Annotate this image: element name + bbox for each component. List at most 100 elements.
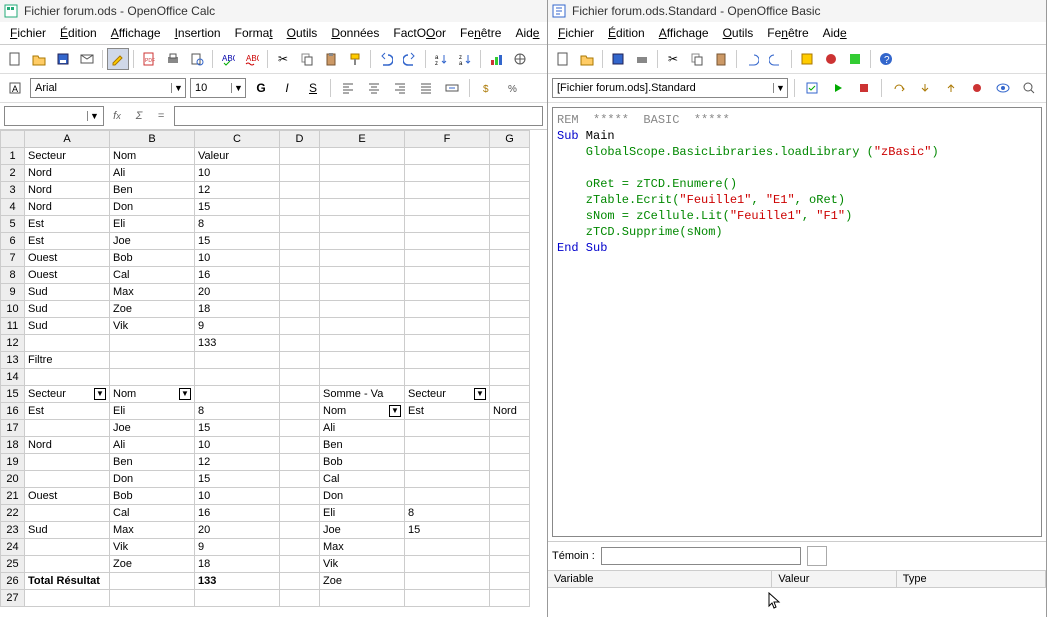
cell[interactable]: Nord: [25, 165, 110, 182]
cell[interactable]: [25, 590, 110, 607]
cell[interactable]: Total Résultat: [25, 573, 110, 590]
menu-fichier[interactable]: Fichier: [552, 24, 600, 42]
cell[interactable]: [280, 267, 320, 284]
help-button[interactable]: ?: [875, 48, 897, 70]
redo-button[interactable]: [765, 48, 787, 70]
cell[interactable]: [405, 284, 490, 301]
percent-button[interactable]: %: [502, 77, 524, 99]
cell[interactable]: Sud: [25, 284, 110, 301]
row-header[interactable]: 1: [1, 148, 25, 165]
cell[interactable]: Eli: [320, 505, 405, 522]
row-header[interactable]: 11: [1, 318, 25, 335]
cell[interactable]: [280, 369, 320, 386]
cell[interactable]: Cal: [320, 471, 405, 488]
cell[interactable]: [280, 284, 320, 301]
cell[interactable]: 12: [195, 182, 280, 199]
step-out-button[interactable]: [940, 77, 962, 99]
cell[interactable]: [320, 216, 405, 233]
cell[interactable]: 18: [195, 556, 280, 573]
cell[interactable]: 8: [405, 505, 490, 522]
align-center-button[interactable]: [363, 77, 385, 99]
cell[interactable]: Joe: [110, 233, 195, 250]
print-button[interactable]: [162, 48, 184, 70]
cell[interactable]: [280, 403, 320, 420]
cell[interactable]: 15: [405, 522, 490, 539]
cell[interactable]: [405, 267, 490, 284]
cell[interactable]: [280, 250, 320, 267]
cell[interactable]: Ali: [110, 437, 195, 454]
cell[interactable]: [490, 556, 530, 573]
row-header[interactable]: 17: [1, 420, 25, 437]
cell[interactable]: 8: [195, 403, 280, 420]
cell[interactable]: [280, 233, 320, 250]
cell[interactable]: Ali: [110, 165, 195, 182]
cell[interactable]: [280, 454, 320, 471]
row-header[interactable]: 8: [1, 267, 25, 284]
cell[interactable]: Secteur▼: [25, 386, 110, 403]
cell[interactable]: [110, 369, 195, 386]
cell[interactable]: [320, 352, 405, 369]
name-box[interactable]: ▼: [4, 106, 104, 126]
cell[interactable]: [280, 165, 320, 182]
cell[interactable]: [405, 471, 490, 488]
cell[interactable]: [405, 573, 490, 590]
cell[interactable]: [320, 318, 405, 335]
cell[interactable]: Zoe: [320, 573, 405, 590]
menu-donnees[interactable]: Données: [325, 24, 385, 42]
cell[interactable]: [320, 301, 405, 318]
cell[interactable]: [280, 199, 320, 216]
compile-button[interactable]: [801, 77, 823, 99]
cell[interactable]: [490, 488, 530, 505]
cell[interactable]: Don: [320, 488, 405, 505]
col-header-F[interactable]: F: [405, 131, 490, 148]
row-header[interactable]: 12: [1, 335, 25, 352]
copy-button[interactable]: [296, 48, 318, 70]
menu-affichage[interactable]: Affichage: [653, 24, 715, 42]
preview-button[interactable]: [186, 48, 208, 70]
var-header-type[interactable]: Type: [896, 571, 1045, 588]
cell[interactable]: [490, 250, 530, 267]
cell[interactable]: [490, 335, 530, 352]
cell[interactable]: [280, 505, 320, 522]
cell[interactable]: [25, 335, 110, 352]
menu-format[interactable]: Format: [229, 24, 279, 42]
menu-aide[interactable]: Aide: [817, 24, 853, 42]
cell[interactable]: 10: [195, 165, 280, 182]
open-button[interactable]: [28, 48, 50, 70]
cell[interactable]: [25, 454, 110, 471]
chevron-down-icon[interactable]: ▼: [171, 83, 185, 93]
cell[interactable]: [320, 284, 405, 301]
cell[interactable]: Zoe: [110, 556, 195, 573]
cell[interactable]: 18: [195, 301, 280, 318]
cell[interactable]: [110, 590, 195, 607]
row-header[interactable]: 27: [1, 590, 25, 607]
cell[interactable]: Nord: [25, 182, 110, 199]
chevron-down-icon[interactable]: ▼: [87, 111, 101, 121]
menu-outils[interactable]: Outils: [281, 24, 324, 42]
redo-button[interactable]: [399, 48, 421, 70]
library-combo[interactable]: ▼: [552, 78, 788, 98]
cell[interactable]: [490, 148, 530, 165]
row-header[interactable]: 2: [1, 165, 25, 182]
equals-icon[interactable]: =: [152, 107, 170, 125]
spreadsheet-grid[interactable]: ABCDEFG1SecteurNomValeur2NordAli103NordB…: [0, 130, 547, 617]
row-header[interactable]: 7: [1, 250, 25, 267]
row-header[interactable]: 22: [1, 505, 25, 522]
menu-fenetre[interactable]: Fenêtre: [454, 24, 507, 42]
italic-button[interactable]: I: [276, 77, 298, 99]
var-header-value[interactable]: Valeur: [772, 571, 896, 588]
cell[interactable]: [405, 539, 490, 556]
cell[interactable]: Ben: [110, 182, 195, 199]
cell[interactable]: [320, 182, 405, 199]
cell[interactable]: Est: [405, 403, 490, 420]
cell[interactable]: 10: [195, 250, 280, 267]
cell[interactable]: [405, 301, 490, 318]
save-button[interactable]: [607, 48, 629, 70]
new-doc-button[interactable]: [552, 48, 574, 70]
cell[interactable]: Nom▼: [320, 403, 405, 420]
cell[interactable]: [405, 148, 490, 165]
row-header[interactable]: 16: [1, 403, 25, 420]
chart-button[interactable]: [485, 48, 507, 70]
menu-aide[interactable]: Aide: [509, 24, 545, 42]
cell[interactable]: Secteur▼: [405, 386, 490, 403]
